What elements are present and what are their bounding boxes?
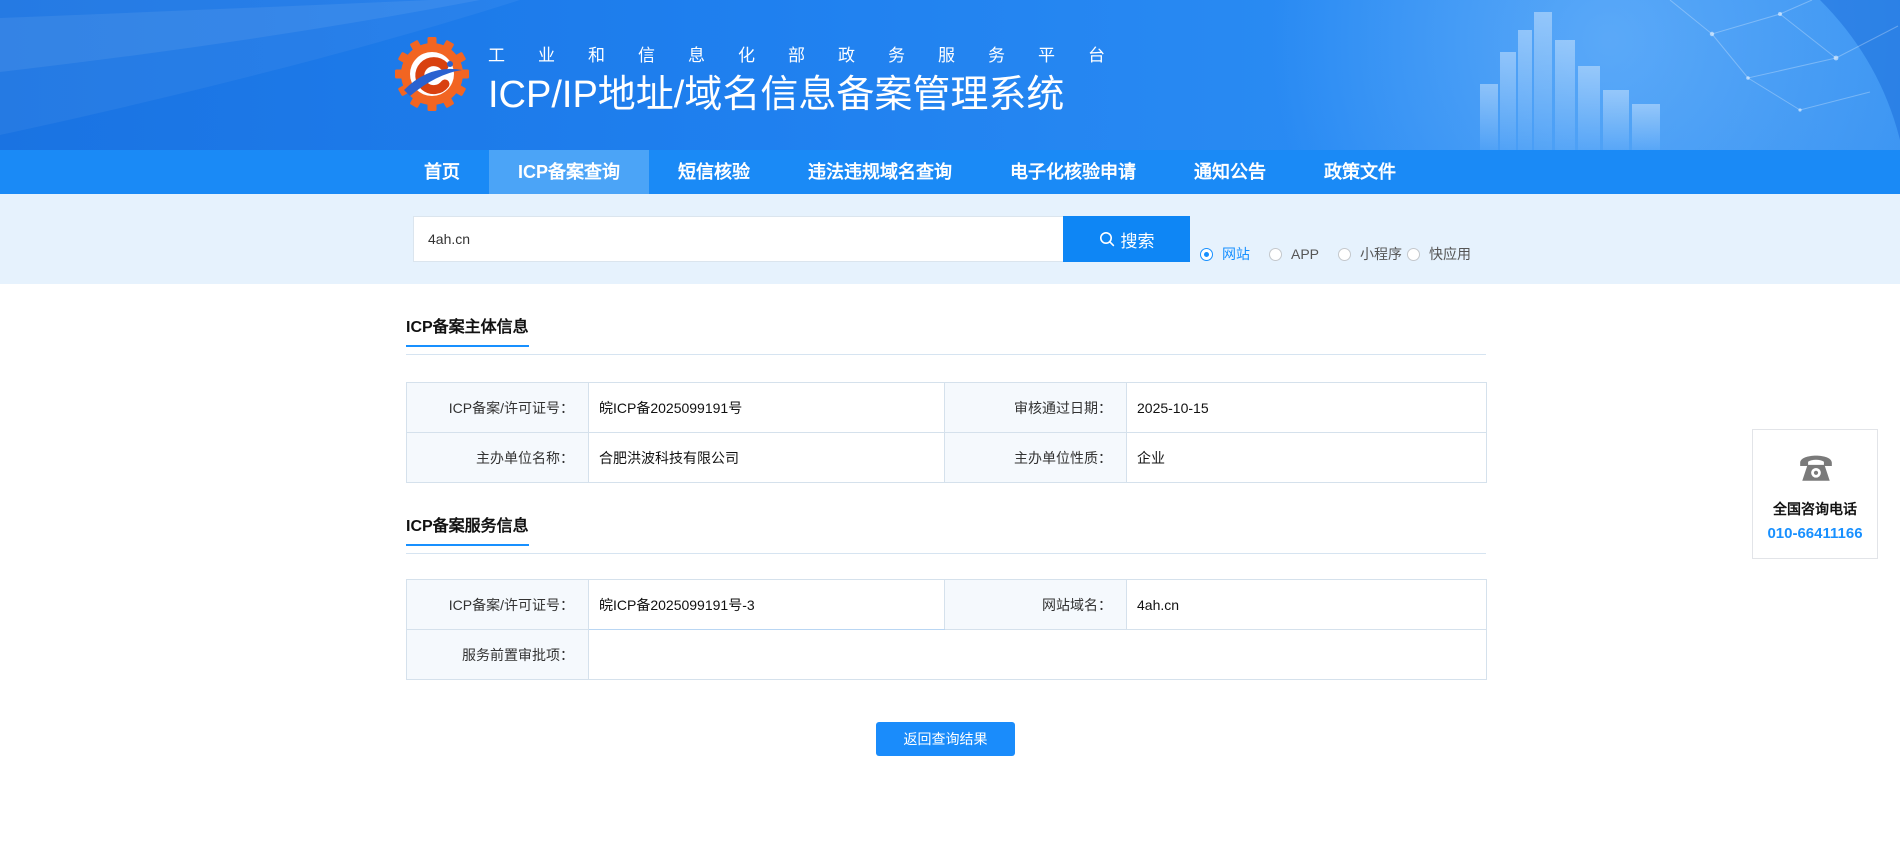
nav-item-sms-verify[interactable]: 短信核验 [649, 150, 779, 194]
hotline-number: 010-66411166 [1767, 525, 1863, 542]
search-type-app[interactable]: APP [1269, 244, 1338, 264]
approval-date-value: 2025-10-15 [1126, 382, 1487, 433]
main-nav: 首页 ICP备案查询 短信核验 违法违规域名查询 电子化核验申请 通知公告 政策… [0, 150, 1900, 194]
service-license-number-value: 皖ICP备2025099191号-3 [588, 579, 945, 630]
hotline-label: 全国咨询电话 [1773, 501, 1857, 517]
service-license-number-label: ICP备案/许可证号： [406, 579, 589, 630]
radio-label: 快应用 [1429, 246, 1471, 262]
approval-date-label: 审核通过日期： [944, 382, 1127, 433]
subject-info-table: ICP备案/许可证号： 皖ICP备2025099191号 审核通过日期： 202… [406, 382, 1487, 483]
site-header: 工业和信息化部政务服务平台 ICP/IP地址/域名信息备案管理系统 [0, 0, 1900, 150]
page: 工业和信息化部政务服务平台 ICP/IP地址/域名信息备案管理系统 首页 ICP… [0, 0, 1900, 855]
subject-info-header: ICP备案主体信息 [406, 315, 1486, 355]
search-band: 搜索 网站 APP 小程序 快应用 [0, 194, 1900, 284]
pre-approval-label: 服务前置审批项： [406, 629, 589, 680]
website-domain-label: 网站域名： [944, 579, 1127, 630]
table-row: 服务前置审批项： [406, 629, 1487, 680]
subject-info-title: ICP备案主体信息 [406, 317, 529, 347]
organizer-type-value: 企业 [1126, 432, 1487, 483]
service-info-title: ICP备案服务信息 [406, 516, 529, 546]
radio-indicator[interactable] [1338, 247, 1351, 261]
service-info-header: ICP备案服务信息 [406, 514, 1486, 554]
table-row: ICP备案/许可证号： 皖ICP备2025099191号 审核通过日期： 202… [406, 382, 1487, 433]
search-input[interactable] [413, 216, 1063, 262]
service-info-table: ICP备案/许可证号： 皖ICP备2025099191号-3 网站域名： 4ah… [406, 579, 1487, 680]
gear-emblem-logo [395, 37, 469, 111]
nav-item-illegal-domain-query[interactable]: 违法违规域名查询 [779, 150, 981, 194]
system-title: ICP/IP地址/域名信息备案管理系统 [488, 74, 1065, 116]
radio-label: 网站 [1222, 246, 1250, 262]
search-type-radio-group: 网站 APP 小程序 快应用 [1200, 244, 1476, 264]
nav-item-e-verify-apply[interactable]: 电子化核验申请 [981, 150, 1165, 194]
organizer-name-value: 合肥洪波科技有限公司 [588, 432, 945, 483]
phone-icon [1800, 455, 1832, 481]
website-domain-value: 4ah.cn [1126, 579, 1487, 630]
nav-item-policies[interactable]: 政策文件 [1295, 150, 1425, 194]
nav-item-icp-query[interactable]: ICP备案查询 [489, 150, 650, 194]
radio-indicator[interactable] [1200, 247, 1213, 261]
back-to-results-button[interactable]: 返回查询结果 [876, 722, 1015, 756]
radio-indicator[interactable] [1269, 247, 1282, 261]
table-row: ICP备案/许可证号： 皖ICP备2025099191号-3 网站域名： 4ah… [406, 579, 1487, 630]
search-type-website[interactable]: 网站 [1200, 244, 1269, 264]
search-icon [1099, 232, 1114, 247]
radio-indicator[interactable] [1407, 247, 1420, 261]
radio-label: 小程序 [1360, 246, 1402, 262]
search-button[interactable]: 搜索 [1063, 216, 1190, 262]
organizer-type-label: 主办单位性质： [944, 432, 1127, 483]
search-button-label: 搜索 [1120, 231, 1155, 251]
nav-items: 首页 ICP备案查询 短信核验 违法违规域名查询 电子化核验申请 通知公告 政策… [395, 150, 1425, 194]
table-row: 主办单位名称： 合肥洪波科技有限公司 主办单位性质： 企业 [406, 432, 1487, 483]
search-type-quick-app[interactable]: 快应用 [1407, 244, 1476, 264]
hotline-widget[interactable]: 全国咨询电话 010-66411166 [1752, 429, 1878, 559]
organizer-name-label: 主办单位名称： [406, 432, 589, 483]
platform-subtitle: 工业和信息化部政务服务平台 [488, 46, 1138, 65]
nav-item-home[interactable]: 首页 [395, 150, 489, 194]
search-type-mini-program[interactable]: 小程序 [1338, 244, 1407, 264]
pre-approval-value [588, 629, 1487, 680]
radio-label: APP [1291, 246, 1320, 262]
nav-item-notices[interactable]: 通知公告 [1165, 150, 1295, 194]
license-number-label: ICP备案/许可证号： [406, 382, 589, 433]
license-number-value: 皖ICP备2025099191号 [588, 382, 945, 433]
